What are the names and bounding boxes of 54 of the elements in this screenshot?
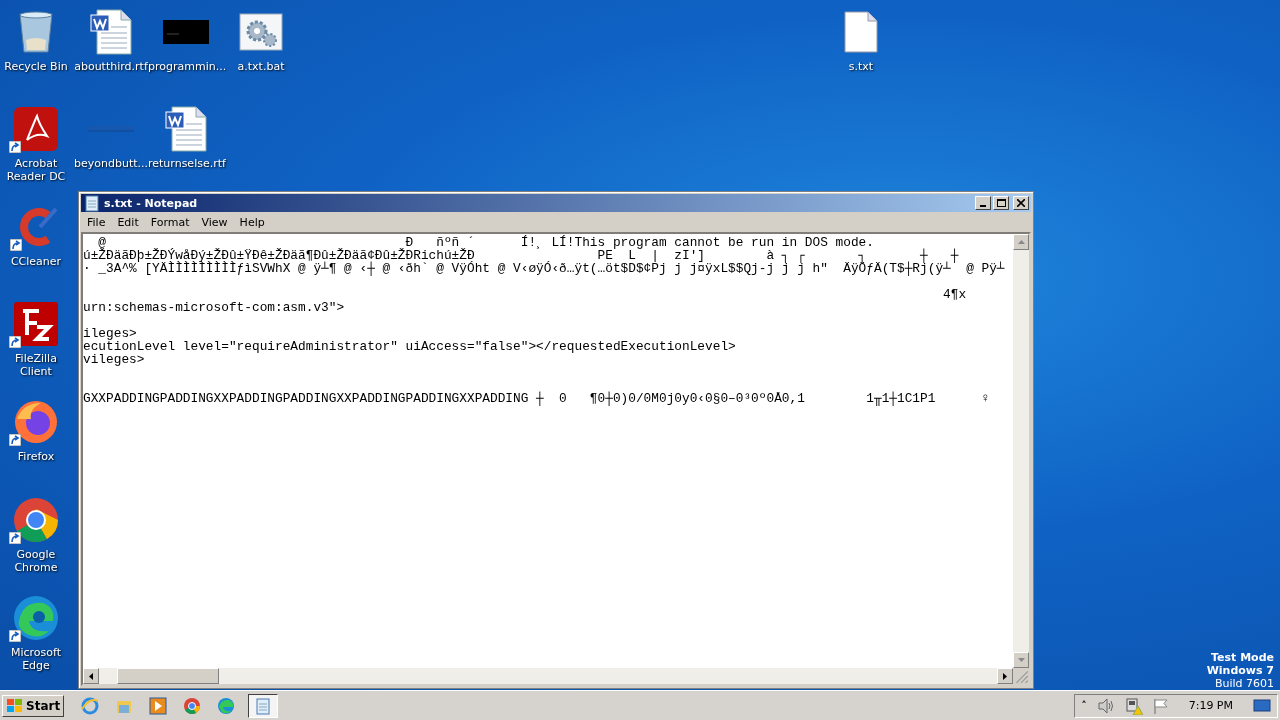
window-title: s.txt - Notepad (104, 196, 199, 210)
firefox-icon (13, 399, 59, 445)
resize-grip-icon[interactable] (1013, 668, 1029, 684)
scroll-right-icon[interactable] (1003, 672, 1007, 680)
chrome-icon (13, 497, 59, 543)
windows-logo-icon (6, 697, 24, 714)
close-icon (1017, 199, 1025, 207)
show-desktop-icon[interactable] (1253, 698, 1271, 713)
scroll-left-icon[interactable] (89, 672, 93, 680)
filezilla-icon (13, 301, 59, 347)
clock[interactable]: 7:19 PM (1178, 699, 1243, 712)
os-build-text: Build 7601 (1214, 677, 1274, 690)
desktop-icon-label[interactable]: s.txt (848, 60, 874, 73)
show-hidden-icons-button[interactable]: ˄ (1081, 699, 1087, 712)
desktop-icon-label[interactable]: Recycle Bin (4, 60, 68, 73)
menu-item[interactable]: Format (144, 215, 196, 229)
menu-item[interactable]: Help (233, 215, 271, 229)
scroll-down-icon[interactable] (1017, 658, 1025, 662)
chrome-icon (183, 696, 202, 715)
taskbar-button[interactable] (248, 693, 279, 718)
desktop-icon-label[interactable]: aboutthird.rtf (74, 60, 148, 73)
desktop-icon-label[interactable]: Google Chrome (0, 548, 74, 574)
internet-explorer-icon (81, 696, 100, 715)
flag-icon[interactable] (1152, 697, 1169, 714)
speaker-icon[interactable] (1096, 697, 1115, 714)
start-button[interactable]: Start (2, 694, 65, 717)
desktop-icon-label[interactable]: returnselse.rtf (148, 157, 224, 170)
desktop-icon-label[interactable]: programmin... (148, 60, 224, 73)
edge-icon (217, 696, 236, 715)
desktop-icon-label[interactable]: beyondbutt... (74, 157, 148, 170)
media-player-icon (149, 696, 168, 715)
scroll-up-icon[interactable] (1017, 240, 1025, 244)
desktop-icon-label[interactable]: a.txt.bat (237, 60, 285, 73)
horizontal-scrollbar[interactable] (83, 668, 1013, 684)
menu-item[interactable]: Edit (111, 215, 145, 229)
notepad-icon (83, 194, 101, 212)
desktop-icon-label[interactable]: Firefox (17, 450, 55, 463)
desktop-icon-label[interactable]: Microsoft Edge (0, 646, 74, 672)
vertical-scrollbar[interactable] (1013, 234, 1029, 668)
desktop-icon-label[interactable]: Acrobat Reader DC (0, 157, 74, 183)
minimize-button[interactable] (975, 196, 991, 210)
close-button[interactable] (1013, 196, 1029, 210)
desktop-icon-label[interactable]: CCleaner (10, 255, 62, 268)
menu-item[interactable]: File (81, 215, 112, 229)
acrobat-icon (13, 106, 59, 152)
maximize-icon (996, 199, 1006, 207)
notepad-icon (254, 696, 273, 715)
menu-item[interactable]: View (195, 215, 234, 229)
os-build-text: Windows 7 (1206, 664, 1274, 677)
edge-icon (13, 595, 59, 641)
network-warning-icon[interactable] (1124, 696, 1143, 715)
desktop-icon-label[interactable]: FileZilla Client (0, 352, 74, 378)
os-build-text: Test Mode (1211, 651, 1274, 664)
maximize-button[interactable] (993, 196, 1009, 210)
